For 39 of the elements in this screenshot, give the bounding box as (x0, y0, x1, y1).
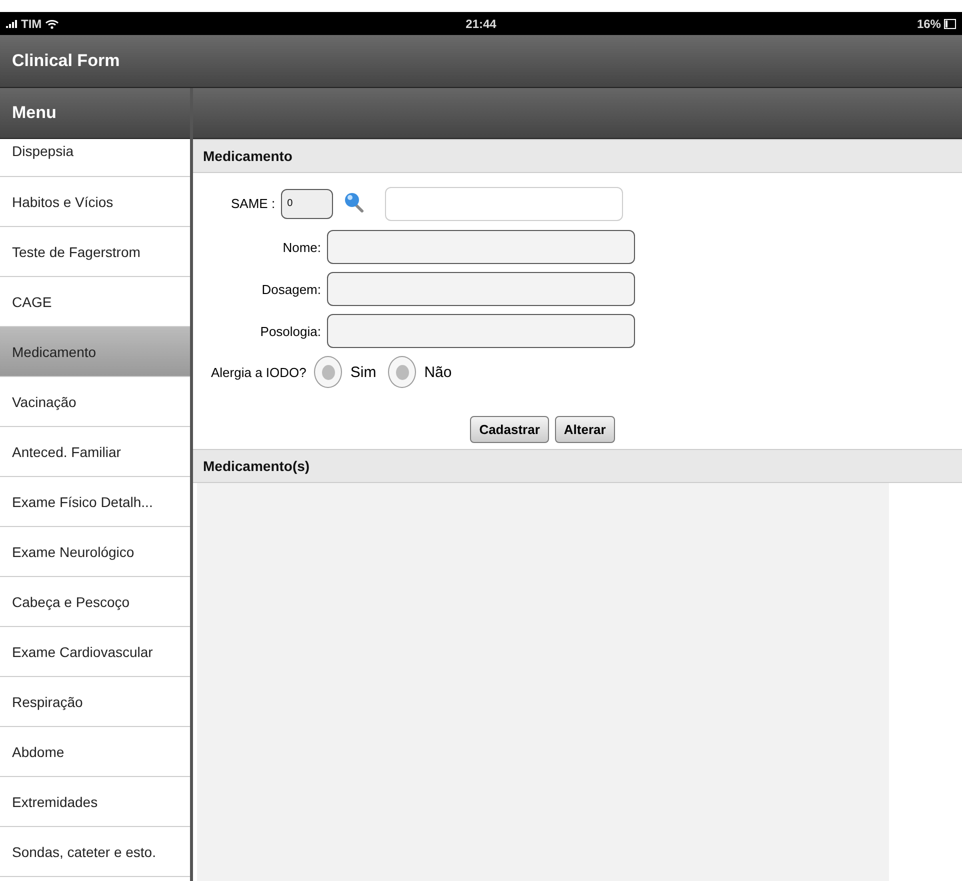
menu-title: Menu (12, 103, 56, 123)
carrier-name: TIM (21, 16, 42, 30)
input-field[interactable] (327, 230, 635, 264)
radio-button[interactable] (314, 356, 342, 388)
radio-button[interactable] (388, 356, 416, 388)
input-field[interactable] (327, 272, 635, 306)
menu-item[interactable]: Exame Cardiovascular (0, 627, 190, 677)
input-field[interactable] (327, 314, 635, 348)
section-title: Medicamento (203, 148, 292, 164)
wifi-icon (44, 18, 59, 28)
menu-item[interactable]: Habitos e Vícios (0, 177, 190, 227)
menu-item[interactable]: Exame Neurológico (0, 527, 190, 577)
field-label: Nome: (282, 240, 321, 254)
menu-item[interactable]: Extremidades (0, 777, 190, 827)
option-label: Sim (350, 364, 376, 380)
menu-item[interactable]: Dispepsia (0, 139, 190, 177)
field-label: SAME : (231, 196, 276, 211)
signal-icon (6, 20, 18, 28)
field-label: Dosagem: (260, 282, 321, 296)
menu-item[interactable]: Teste de Fagerstrom (0, 227, 190, 277)
menu-item[interactable]: Exame Físico Detalh... (0, 477, 190, 527)
clock-time: 21:44 (466, 16, 496, 30)
section-title: Medicamento(s) (203, 458, 310, 474)
menu-item[interactable]: Vacinação (0, 377, 190, 427)
menu-item[interactable]: Respiração (0, 677, 190, 727)
menu-item[interactable]: Anteced. Familiar (0, 427, 190, 477)
option-label: Não (424, 364, 452, 380)
battery-percent: 16% (916, 16, 941, 30)
battery-icon (944, 18, 956, 28)
field-label: Posologia: (259, 324, 321, 338)
form-button[interactable]: Cadastrar (470, 416, 549, 443)
question-label: Alergia a IODO? (211, 364, 306, 380)
form-button[interactable]: Alterar (554, 416, 615, 443)
menu-item[interactable]: Medicamento (0, 327, 190, 377)
menu-item[interactable]: Cabeça e Pescoço (0, 577, 190, 627)
input-field[interactable]: 0 (281, 188, 334, 218)
menu-item[interactable]: Sondas, cateter e esto. (0, 827, 190, 877)
app-title: Clinical Form (12, 51, 120, 71)
menu-item[interactable]: Abdome (0, 727, 190, 777)
